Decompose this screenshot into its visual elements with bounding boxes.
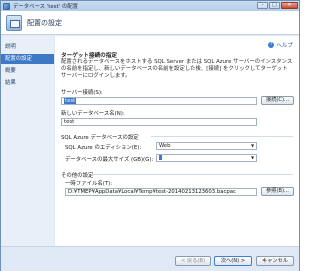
close-button[interactable]: ✕ xyxy=(281,2,298,9)
window-title: データベース 'test' の配置 xyxy=(13,4,78,10)
azure-settings-group-title: SQL Azure データベースの設定 xyxy=(61,135,139,141)
azure-edition-value: Web xyxy=(159,143,171,149)
azure-edition-label: SQL Azure のエディション(E): xyxy=(65,145,142,151)
nav-item-deployment-settings[interactable]: 配置の設定 xyxy=(1,54,54,64)
selection-highlight xyxy=(159,155,162,160)
help-link[interactable]: ? ヘルプ xyxy=(268,41,293,49)
next-button[interactable]: 次へ(N) > xyxy=(214,256,252,266)
settings-panel: ? ヘルプ ターゲット接続の指定 配置されるデータベースをホストする SQL S… xyxy=(55,36,299,246)
target-description: 配置されるデータベースをホストする SQL Server または SQL Azu… xyxy=(61,59,293,79)
new-database-name-label: 新しいデータベース名(N): xyxy=(61,111,125,117)
server-connection-value: test xyxy=(64,98,77,104)
server-connection-label: サーバー接続(S): xyxy=(61,90,103,96)
nav-item-results[interactable]: 結果 xyxy=(1,78,54,88)
temp-file-field[interactable]: D:¥TMEP¥AppData¥Local¥Temp¥test-20140213… xyxy=(65,188,257,196)
new-database-name-field[interactable]: test xyxy=(61,118,257,126)
server-connection-field[interactable]: test xyxy=(61,97,257,105)
connect-button[interactable]: 接続(C)... xyxy=(261,96,294,105)
wizard-step-nav: 説明 配置の設定 概要 結果 xyxy=(1,36,54,246)
max-size-label: データベースの最大サイズ (GB)(G): xyxy=(65,157,154,163)
help-label: ヘルプ xyxy=(276,43,293,49)
window-controls: – □ ✕ xyxy=(257,2,298,9)
maximize-button[interactable]: □ xyxy=(269,2,280,9)
max-size-select[interactable]: 1 ▼ xyxy=(156,154,257,162)
temp-file-label: 一時ファイル名(T): xyxy=(65,181,113,187)
chevron-down-icon: ▼ xyxy=(250,155,255,160)
page-header: 配置の設定 xyxy=(1,11,299,35)
cancel-button[interactable]: キャンセル xyxy=(256,256,294,266)
azure-group-divider xyxy=(151,136,293,137)
deploy-settings-icon xyxy=(6,14,22,31)
help-icon: ? xyxy=(268,42,275,48)
target-section-title: ターゲット接続の指定 xyxy=(61,53,117,59)
browse-button[interactable]: 参照(B)... xyxy=(261,187,294,196)
minimize-button[interactable]: – xyxy=(257,2,268,9)
wizard-footer: < 戻る(B) 次へ(N) > キャンセル xyxy=(1,246,299,271)
other-group-divider xyxy=(91,174,293,175)
app-icon xyxy=(3,2,10,10)
back-button[interactable]: < 戻る(B) xyxy=(175,256,211,266)
deploy-database-dialog: データベース 'test' の配置 – □ ✕ 配置の設定 説明 配置の設定 概… xyxy=(0,0,300,271)
azure-edition-select[interactable]: Web ▼ xyxy=(156,142,257,150)
nav-item-summary[interactable]: 概要 xyxy=(1,66,54,76)
page-title: 配置の設定 xyxy=(27,18,62,27)
chevron-down-icon: ▼ xyxy=(250,143,255,148)
title-bar: データベース 'test' の配置 – □ ✕ xyxy=(1,1,299,11)
nav-item-introduction[interactable]: 説明 xyxy=(1,42,54,52)
other-settings-group-title: その他の設定 xyxy=(61,173,94,179)
